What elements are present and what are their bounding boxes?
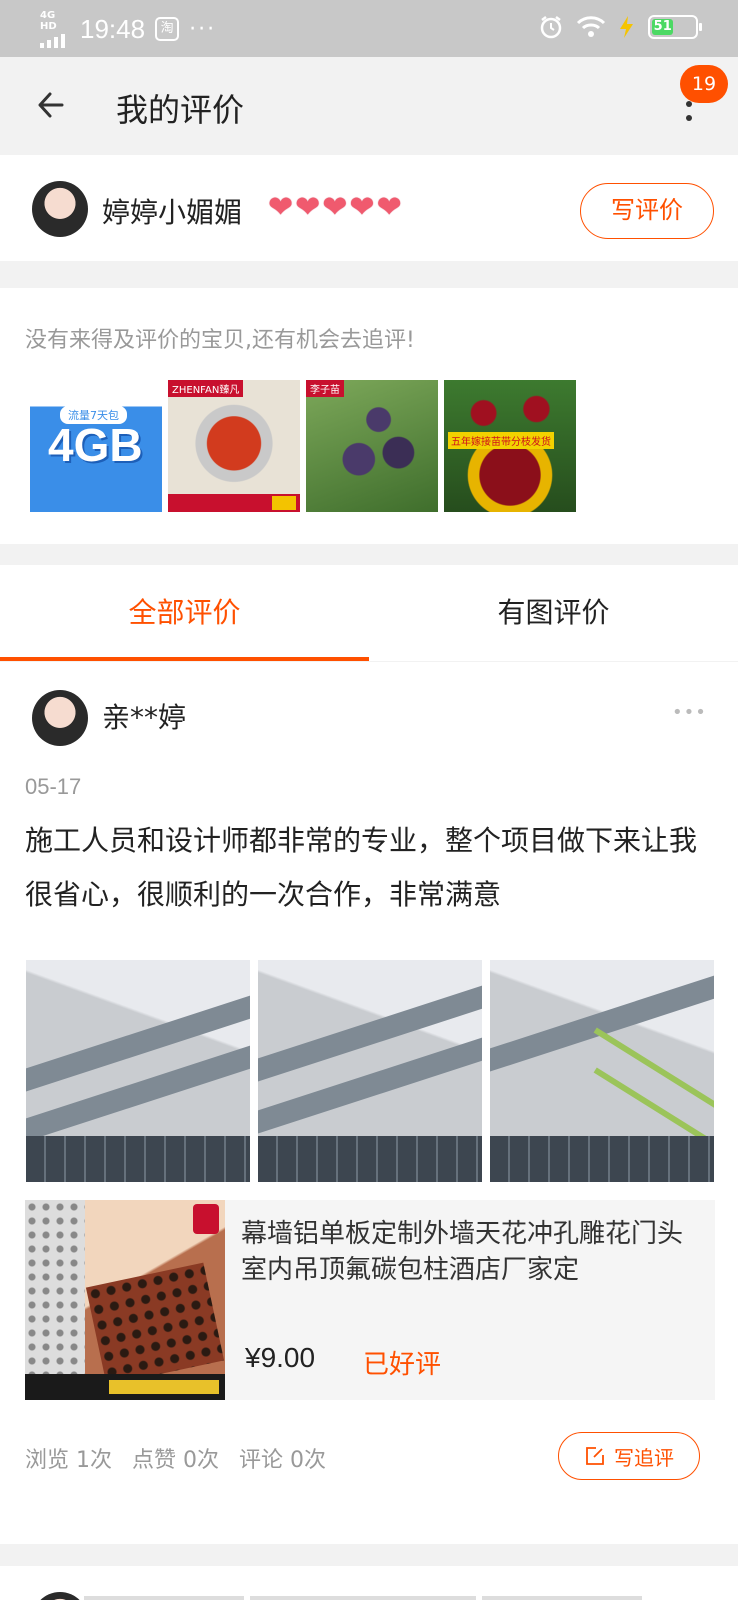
write-review-button[interactable]: 写评价 [580, 183, 714, 239]
tab-all-reviews[interactable]: 全部评价 [0, 565, 369, 661]
reviewer-avatar [32, 690, 88, 746]
heart-icon: ❤ [376, 190, 402, 225]
pending-items-list: 流量7天包 4GB ZHENFAN臻凡 李子苗 五年嫁接苗带分枝发货 [30, 380, 576, 512]
heart-icon: ❤ [322, 190, 348, 225]
review-date: 05-17 [25, 774, 82, 799]
status-right: 51 [538, 14, 702, 40]
alarm-icon [540, 16, 562, 39]
review-photos [26, 960, 714, 1182]
pending-hint: 没有来得及评价的宝贝,还有机会去追评! [25, 328, 415, 353]
follow-up-label: 写追评 [614, 1445, 674, 1470]
hotpot-pan-thumb[interactable]: ZHENFAN臻凡 [168, 380, 300, 512]
comment-count: 评论 0次 [239, 1448, 326, 1473]
reviewer-name: 亲**婷 [102, 701, 187, 734]
review-text: 施工人员和设计师都非常的专业，整个项目做下来让我很省心，很顺利的一次合作，非常满… [25, 824, 698, 911]
back-arrow-icon[interactable] [32, 83, 76, 127]
edit-icon [586, 1447, 604, 1465]
plum-fruit-thumb[interactable]: 李子苗 [306, 380, 438, 512]
thumb-caption: 五年嫁接苗带分枝发货 [448, 432, 554, 449]
more-notifications-icon: ··· [189, 16, 217, 42]
battery-icon: 51 [648, 15, 702, 39]
message-count-badge[interactable]: 19 [680, 65, 728, 103]
cherry-fruit-thumb[interactable]: 五年嫁接苗带分枝发货 [444, 380, 576, 512]
reviewer-avatar [32, 1592, 88, 1600]
view-count: 浏览 1次 [25, 1448, 112, 1473]
product-image [25, 1200, 225, 1400]
review-photo[interactable] [490, 960, 714, 1182]
status-left: 4G HD 19:48 淘 ··· [40, 10, 216, 48]
wifi-icon [576, 16, 606, 37]
heart-icon: ❤ [268, 190, 294, 225]
product-title: 幕墙铝单板定制外墙天花冲孔雕花门头室内吊顶氟碳包柱酒店厂家定 [241, 1219, 684, 1285]
review-tabs: 全部评价 有图评价 [0, 565, 738, 661]
page-title: 我的评价 [116, 91, 245, 129]
charging-icon [620, 16, 633, 38]
review-photo[interactable] [26, 960, 250, 1182]
next-review-card [0, 1566, 738, 1600]
review-card: 亲**婷 ••• 05-17 施工人员和设计师都非常的专业，整个项目做下来让我很… [0, 662, 738, 1544]
battery-level: 51 [652, 19, 674, 35]
user-nickname: 婷婷小媚媚 [102, 196, 243, 229]
tab-photo-reviews[interactable]: 有图评价 [369, 565, 738, 661]
user-profile-bar: 婷婷小媚媚 ❤ ❤ ❤ ❤ ❤ 写评价 [0, 155, 738, 261]
thumb-caption: 4GB [48, 419, 143, 471]
nav-header: 我的评价 19 [0, 57, 738, 153]
thumb-caption: ZHENFAN臻凡 [168, 380, 244, 397]
status-bar: 4G HD 19:48 淘 ··· 51 [0, 0, 738, 57]
thumb-caption: 李子苗 [306, 380, 344, 397]
review-status: 已好评 [363, 1350, 442, 1380]
mobile-data-package-thumb[interactable]: 流量7天包 4GB [30, 380, 162, 512]
clock: 19:48 [80, 13, 146, 44]
heart-icon: ❤ [349, 190, 375, 225]
pending-reviews-section: 没有来得及评价的宝贝,还有机会去追评! 流量7天包 4GB ZHENFAN臻凡 … [0, 288, 738, 544]
review-stats: 浏览 1次 点赞 0次 评论 0次 [25, 1442, 326, 1474]
review-photo[interactable] [258, 960, 482, 1182]
taobao-notification-icon: 淘 [155, 17, 180, 41]
like-count: 点赞 0次 [132, 1448, 219, 1473]
reviewed-product-card[interactable]: 幕墙铝单板定制外墙天花冲孔雕花门头室内吊顶氟碳包柱酒店厂家定 ¥9.00 已好评 [25, 1200, 715, 1400]
buyer-level-hearts: ❤ ❤ ❤ ❤ ❤ [268, 191, 402, 225]
review-more-icon[interactable]: ••• [672, 702, 707, 723]
user-avatar[interactable] [32, 181, 88, 237]
write-follow-up-review-button[interactable]: 写追评 [558, 1432, 700, 1480]
product-price: ¥9.00 [245, 1342, 316, 1373]
cellular-signal-icon: 4G HD [40, 10, 70, 48]
heart-icon: ❤ [295, 190, 321, 225]
